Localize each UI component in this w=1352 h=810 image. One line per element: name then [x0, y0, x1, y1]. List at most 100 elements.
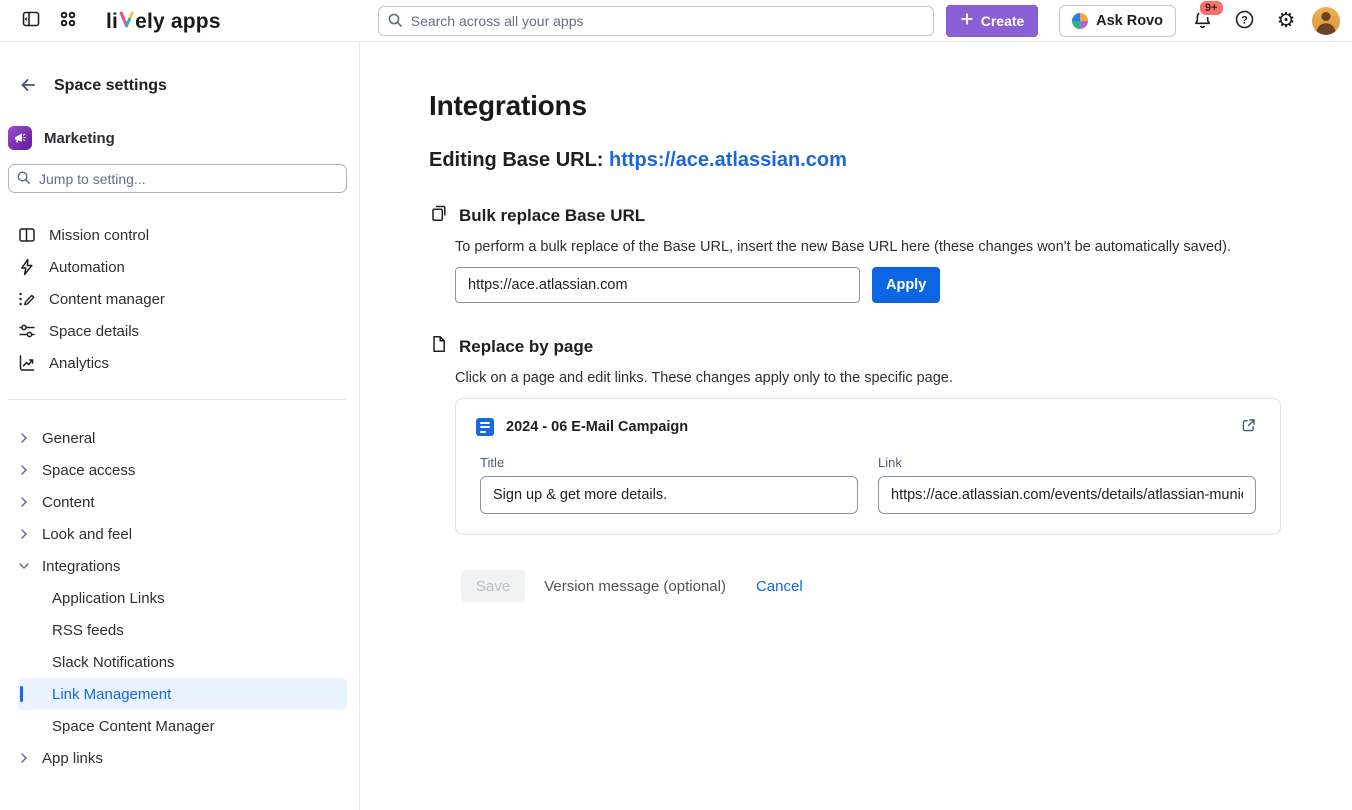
link-field-input[interactable] [878, 476, 1256, 514]
document-icon [429, 334, 449, 359]
base-url-input[interactable] [455, 267, 860, 303]
title-field-input[interactable] [480, 476, 858, 514]
sidebar-section-content[interactable]: Content [0, 486, 347, 518]
main-content: Integrations Editing Base URL: https://a… [360, 42, 1352, 810]
editing-base-url-prefix: Editing Base URL: [429, 149, 609, 171]
chevron-right-icon [16, 462, 32, 478]
sidebar-item-mission-control[interactable]: Mission control [0, 219, 347, 251]
external-link-icon [1240, 417, 1257, 437]
bulk-replace-description: To perform a bulk replace of the Base UR… [455, 239, 1352, 255]
pencil-list-icon [17, 289, 37, 309]
sidebar-item-label: Space details [49, 323, 139, 340]
sidebar-section-space-access[interactable]: Space access [0, 454, 347, 486]
app-logo[interactable]: li ely apps [106, 8, 221, 34]
title-field-group: Title [480, 455, 858, 514]
sidebar-section-general[interactable]: General [0, 422, 347, 454]
sidebar-section-label: General [42, 430, 95, 447]
analytics-chart-icon [17, 353, 37, 373]
create-button-label: Create [981, 13, 1025, 29]
logo-checkmark-icon [119, 8, 134, 34]
ask-rovo-button[interactable]: Ask Rovo [1059, 5, 1176, 37]
sidebar-item-slack-notifications[interactable]: Slack Notifications [18, 646, 347, 678]
back-button[interactable] [16, 74, 40, 98]
page-card-title: 2024 - 06 E-Mail Campaign [506, 419, 1224, 435]
sidebar-section-label: Integrations [42, 558, 120, 575]
megaphone-icon [13, 131, 27, 145]
title-field-label: Title [480, 455, 858, 470]
sidebar-item-label: Slack Notifications [52, 654, 175, 671]
link-field-label: Link [878, 455, 1256, 470]
sidebar-section-label: Content [42, 494, 95, 511]
sidebar-item-application-links[interactable]: Application Links [18, 582, 347, 614]
sidebar-section-label: Look and feel [42, 526, 132, 543]
logo-text-post: ely apps [135, 10, 221, 34]
svg-text:?: ? [1241, 14, 1248, 26]
sidebar-item-content-manager[interactable]: Content manager [0, 283, 347, 315]
bulk-replace-heading: Bulk replace Base URL [429, 203, 1352, 228]
chevron-down-icon [16, 558, 32, 574]
sidebar-item-label: Link Management [52, 686, 171, 703]
sidebar-header: Space settings [0, 74, 347, 98]
search-icon [387, 12, 404, 34]
notification-badge: 9+ [1198, 0, 1225, 17]
sidebar-section-integrations[interactable]: Integrations [0, 550, 347, 582]
apply-button[interactable]: Apply [872, 267, 940, 303]
app-switcher-button[interactable] [52, 5, 84, 37]
board-icon [17, 225, 37, 245]
integrations-children: Application Links RSS feeds Slack Notifi… [0, 582, 347, 742]
plus-icon [960, 12, 974, 29]
sidebar-title: Space settings [54, 77, 167, 95]
chevron-right-icon [16, 430, 32, 446]
save-button[interactable]: Save [461, 570, 525, 602]
sidebar-section-app-links[interactable]: App links [0, 742, 347, 774]
sidebar-item-space-content-manager[interactable]: Space Content Manager [18, 710, 347, 742]
create-button[interactable]: Create [946, 5, 1039, 37]
sidebar-sections-list: General Space access Content Look and fe… [0, 422, 347, 774]
top-navigation-bar: li ely apps Create Ask Rovo [0, 0, 1352, 42]
help-button[interactable]: ? [1228, 5, 1260, 37]
jump-to-setting-input[interactable] [8, 164, 347, 193]
footer-actions: Save Version message (optional) Cancel [461, 570, 1352, 602]
replace-by-page-heading-label: Replace by page [459, 337, 593, 357]
chevron-right-icon [16, 494, 32, 510]
space-header[interactable]: Marketing [0, 126, 347, 150]
replace-by-page-description: Click on a page and edit links. These ch… [455, 370, 1352, 386]
link-field-group: Link [878, 455, 1256, 514]
sidebar-item-space-details[interactable]: Space details [0, 315, 347, 347]
chevron-right-icon [16, 750, 32, 766]
sidebar-tools-list: Mission control Automation Co [0, 219, 347, 379]
user-avatar[interactable] [1312, 7, 1340, 35]
page-card: 2024 - 06 E-Mail Campaign Titl [455, 398, 1281, 535]
base-url-link[interactable]: https://ace.atlassian.com [609, 149, 847, 171]
collapse-sidebar-icon [21, 9, 41, 32]
space-name: Marketing [44, 130, 115, 147]
sidebar-item-analytics[interactable]: Analytics [0, 347, 347, 379]
space-settings-sidebar: Space settings Marketing [0, 42, 360, 810]
chevron-right-icon [16, 526, 32, 542]
confluence-page-icon [476, 418, 494, 436]
help-icon: ? [1234, 9, 1255, 33]
notifications-button[interactable]: 9+ [1186, 5, 1218, 37]
sidebar-item-label: Content manager [49, 291, 165, 308]
page-title: Integrations [429, 90, 1352, 122]
sidebar-item-rss-feeds[interactable]: RSS feeds [18, 614, 347, 646]
sidebar-section-look-and-feel[interactable]: Look and feel [0, 518, 347, 550]
topbar-right-group: Ask Rovo 9+ ? ⚙ [1059, 5, 1340, 37]
sidebar-item-label: Mission control [49, 227, 149, 244]
editing-base-url-heading: Editing Base URL: https://ace.atlassian.… [429, 149, 1352, 172]
settings-button[interactable]: ⚙ [1270, 5, 1302, 37]
sidebar-section-label: Space access [42, 462, 135, 479]
page-card-fields: Title Link [476, 455, 1260, 514]
open-page-button[interactable] [1236, 415, 1260, 439]
sidebar-item-label: Space Content Manager [52, 718, 215, 735]
sidebar-item-link-management[interactable]: Link Management [18, 678, 347, 710]
version-message-button[interactable]: Version message (optional) [544, 578, 726, 595]
search-icon [16, 170, 32, 191]
global-search-input[interactable] [378, 6, 934, 36]
sidebar-item-automation[interactable]: Automation [0, 251, 347, 283]
cancel-button[interactable]: Cancel [756, 578, 803, 595]
space-avatar [8, 126, 32, 150]
collapse-sidebar-button[interactable] [15, 5, 47, 37]
sidebar-divider [8, 399, 347, 400]
back-arrow-icon [18, 75, 38, 98]
